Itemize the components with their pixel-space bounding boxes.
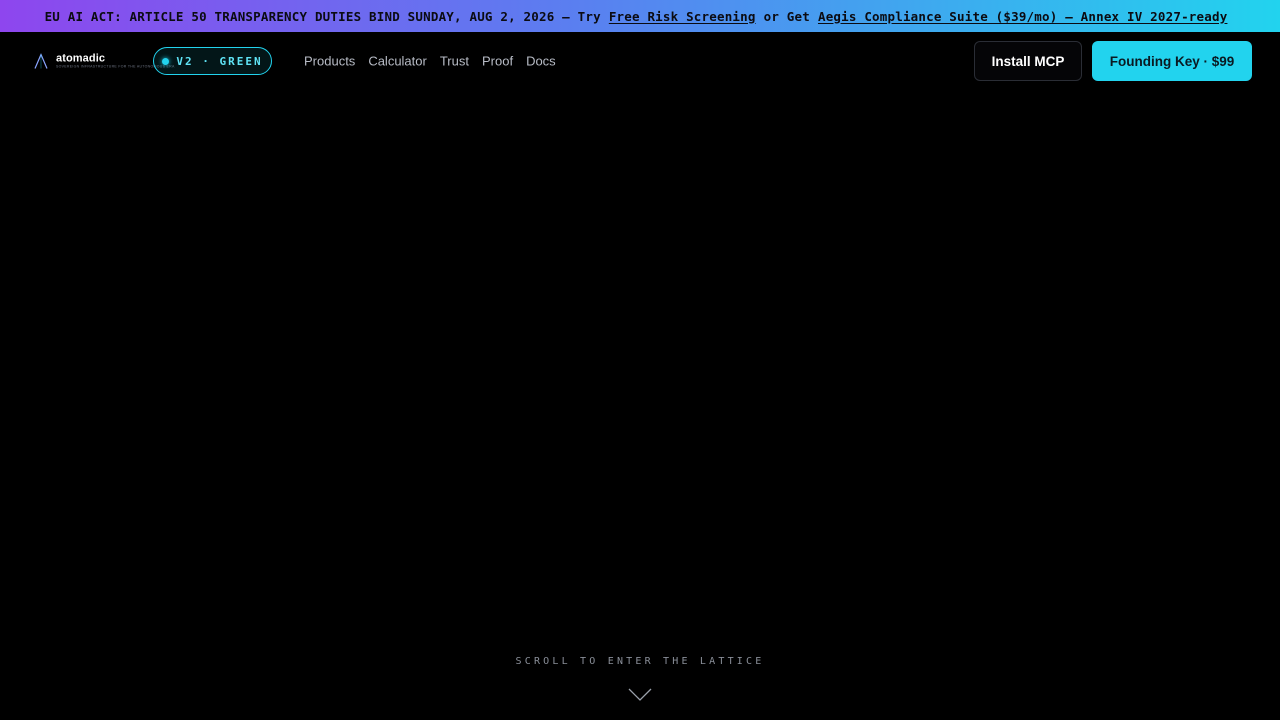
scroll-hint-text: SCROLL TO ENTER THE LATTICE — [515, 656, 765, 667]
nav-link-docs[interactable]: Docs — [526, 54, 556, 69]
primary-nav-links: Products Calculator Trust Proof Docs — [304, 54, 556, 69]
nav-link-products[interactable]: Products — [304, 54, 355, 69]
version-badge-label: V2 · GREEN — [176, 54, 263, 68]
status-dot-icon — [162, 57, 170, 65]
install-mcp-button[interactable]: Install MCP — [974, 41, 1082, 81]
version-status-badge[interactable]: V2 · GREEN — [153, 47, 272, 75]
banner-lead-text: EU AI ACT: ARTICLE 50 TRANSPARENCY DUTIE… — [44, 8, 601, 24]
top-navigation: atomadic sovereign infrastructure for th… — [0, 32, 1280, 90]
lambda-logo-icon — [34, 53, 48, 69]
free-risk-screening-link[interactable]: Free Risk Screening — [609, 9, 756, 24]
aegis-compliance-suite-link[interactable]: Aegis Compliance Suite ($39/mo) — Annex … — [818, 9, 1227, 24]
founding-key-button[interactable]: Founding Key · $99 — [1092, 41, 1252, 81]
nav-link-proof[interactable]: Proof — [482, 54, 513, 69]
nav-link-trust[interactable]: Trust — [440, 54, 469, 69]
nav-link-calculator[interactable]: Calculator — [368, 54, 427, 69]
announcement-banner: EU AI ACT: ARTICLE 50 TRANSPARENCY DUTIE… — [0, 0, 1280, 32]
chevron-down-icon[interactable] — [628, 688, 652, 702]
banner-middle-text: or Get — [763, 8, 810, 24]
